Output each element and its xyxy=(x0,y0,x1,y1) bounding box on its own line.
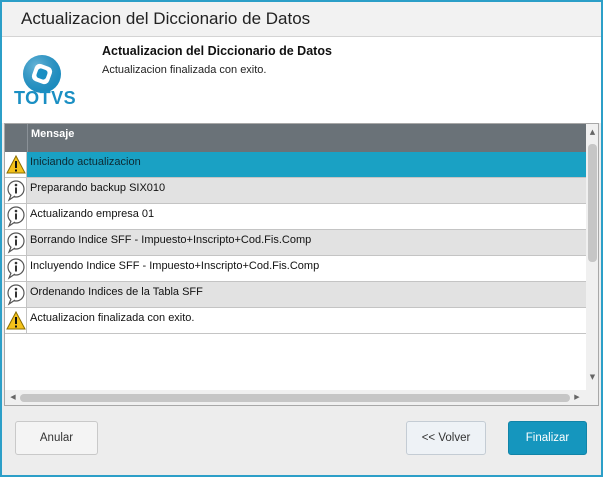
dialog-window: Actualizacion del Diccionario de Datos T… xyxy=(0,0,603,477)
horizontal-scrollbar[interactable]: ◀ ▶ xyxy=(5,390,586,405)
row-message: Actualizando empresa 01 xyxy=(30,208,155,220)
table-row[interactable]: Preparando backup SIX010 xyxy=(5,178,586,204)
row-message: Preparando backup SIX010 xyxy=(30,182,166,194)
vertical-scrollbar[interactable]: ▲ ▼ xyxy=(586,124,598,390)
header-subtitle: Actualizacion finalizada con exito. xyxy=(102,64,267,76)
column-header-mensaje[interactable]: Mensaje xyxy=(31,128,74,140)
info-icon xyxy=(5,282,27,307)
table-row[interactable]: Incluyendo Indice SFF - Impuesto+Inscrip… xyxy=(5,256,586,282)
table-row[interactable]: Borrando Indice SFF - Impuesto+Inscripto… xyxy=(5,230,586,256)
volver-button[interactable]: << Volver xyxy=(406,421,486,455)
row-message: Actualizacion finalizada con exito. xyxy=(30,312,195,324)
vertical-scroll-thumb[interactable] xyxy=(588,144,597,262)
warning-icon xyxy=(5,308,27,333)
anular-button[interactable]: Anular xyxy=(15,421,98,455)
info-icon xyxy=(5,230,27,255)
finalizar-button[interactable]: Finalizar xyxy=(508,421,587,455)
scroll-right-icon[interactable]: ▶ xyxy=(572,392,582,403)
scroll-left-icon[interactable]: ◀ xyxy=(8,392,18,403)
table-row[interactable]: Actualizando empresa 01 xyxy=(5,204,586,230)
info-icon xyxy=(5,178,27,203)
table-row[interactable]: Iniciando actualizacion xyxy=(5,152,586,178)
info-icon xyxy=(5,256,27,281)
row-message: Incluyendo Indice SFF - Impuesto+Inscrip… xyxy=(30,260,320,272)
header-panel: TOTVS Actualizacion del Diccionario de D… xyxy=(2,37,601,123)
scroll-down-icon[interactable]: ▼ xyxy=(588,372,597,382)
window-title: Actualizacion del Diccionario de Datos xyxy=(21,9,311,28)
row-message: Iniciando actualizacion xyxy=(30,156,141,168)
messages-grid: Mensaje Iniciando actualizacion Preparan… xyxy=(4,123,599,406)
table-row[interactable]: Actualizacion finalizada con exito. xyxy=(5,308,586,334)
grid-header: Mensaje xyxy=(5,124,586,152)
row-message: Borrando Indice SFF - Impuesto+Inscripto… xyxy=(30,234,312,246)
scroll-up-icon[interactable]: ▲ xyxy=(588,127,597,137)
warning-icon xyxy=(5,152,27,177)
horizontal-scroll-thumb[interactable] xyxy=(20,394,570,402)
scroll-corner xyxy=(586,390,598,405)
row-message: Ordenando Indices de la Tabla SFF xyxy=(30,286,203,298)
header-title: Actualizacion del Diccionario de Datos xyxy=(102,44,332,58)
icon-column-header xyxy=(5,124,28,152)
title-bar: Actualizacion del Diccionario de Datos xyxy=(2,2,601,37)
table-row[interactable]: Ordenando Indices de la Tabla SFF xyxy=(5,282,586,308)
logo-text: TOTVS xyxy=(14,88,77,108)
info-icon xyxy=(5,204,27,229)
